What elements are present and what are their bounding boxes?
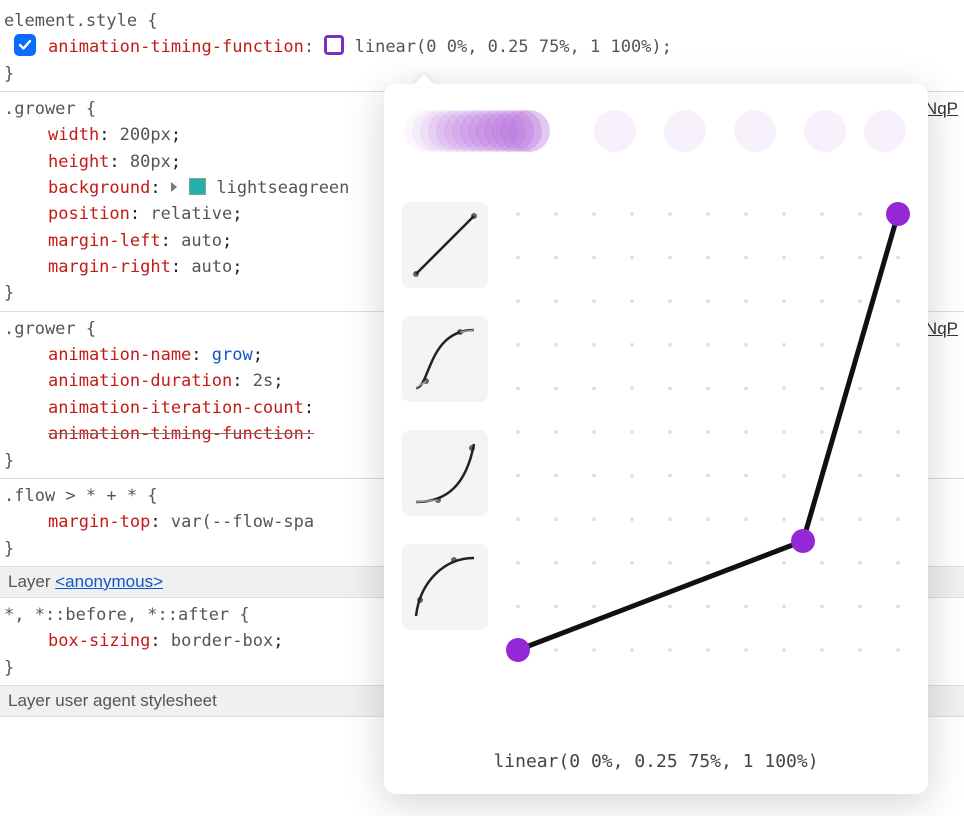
source-link[interactable]: NqP	[925, 316, 958, 342]
selector: element.style	[4, 11, 137, 31]
easing-function-text: linear(0 0%, 0.25 75%, 1 100%)	[384, 751, 928, 772]
brace-close: }	[4, 64, 14, 84]
preset-ease-out[interactable]	[402, 544, 488, 630]
declaration[interactable]: animation-timing-function: linear(0 0%, …	[4, 34, 956, 60]
preset-linear[interactable]	[402, 202, 488, 288]
brace-open: {	[147, 11, 157, 31]
property-value[interactable]: linear(0 0%, 0.25 75%, 1 100%)	[355, 37, 662, 57]
easing-handle[interactable]	[886, 202, 910, 226]
easing-handle[interactable]	[791, 529, 815, 553]
easing-editor-popover: linear(0 0%, 0.25 75%, 1 100%)	[384, 84, 928, 794]
layer-link[interactable]: <anonymous>	[55, 572, 163, 591]
easing-graph[interactable]	[506, 202, 910, 662]
selector: .grower	[4, 99, 76, 119]
easing-swatch-icon[interactable]	[324, 35, 344, 55]
easing-presets	[402, 202, 496, 658]
rule-element-style: element.style { animation-timing-functio…	[0, 4, 964, 92]
color-swatch-icon[interactable]	[189, 178, 206, 195]
preset-ease[interactable]	[402, 316, 488, 402]
easing-preview	[404, 108, 904, 158]
source-link[interactable]: NqP	[925, 96, 958, 122]
property-name[interactable]: animation-timing-function	[48, 37, 304, 57]
preset-ease-in[interactable]	[402, 430, 488, 516]
toggle-checkbox[interactable]	[14, 34, 36, 56]
easing-handle[interactable]	[506, 638, 530, 662]
popover-arrow-icon	[412, 74, 436, 86]
expand-icon[interactable]	[171, 182, 177, 192]
